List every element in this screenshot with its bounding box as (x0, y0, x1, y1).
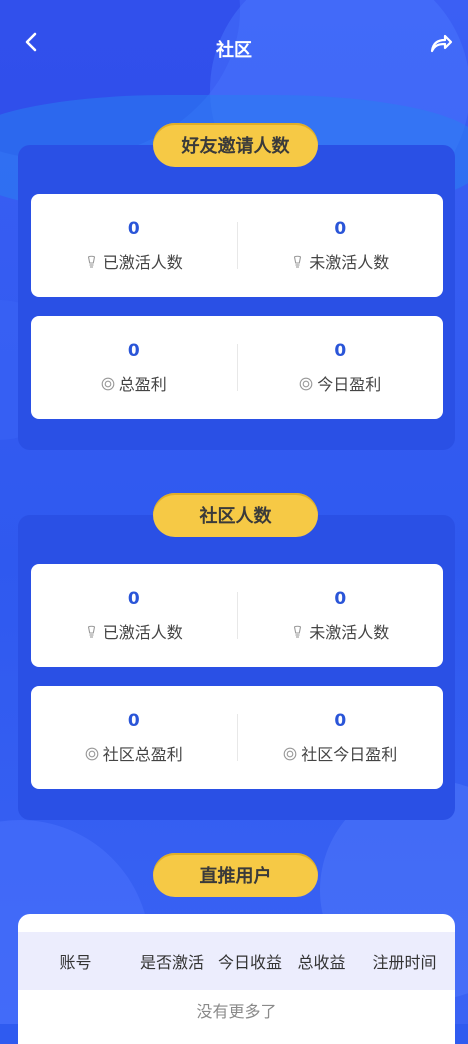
community-not-activated-value: 0 (334, 588, 347, 609)
community-not-activated-label: 未激活人数 (309, 622, 390, 642)
community-activation-card: 0 已激活人数 0 未激活人数 (31, 564, 443, 667)
friend-not-activated-value: 0 (334, 218, 347, 239)
community-activated-value: 0 (127, 588, 140, 609)
community-total-profit-value: 0 (127, 710, 140, 731)
friend-invites-activation-card: 0 已激活人数 0 未激活人数 (31, 194, 443, 297)
community-total-profit-stat: 0 社区总盈利 (31, 686, 237, 789)
community-today-profit-value: 0 (334, 710, 347, 731)
community-total-profit-label: 社区总盈利 (102, 744, 183, 764)
friend-total-profit-value: 0 (127, 340, 140, 361)
target-icon (101, 376, 115, 390)
table-header: 账号 是否激活 今日收益 总收益 注册时间 (18, 932, 455, 990)
direct-users-title: 直推用户 (153, 853, 318, 897)
column-total-earnings: 总收益 (297, 953, 346, 972)
bulb-icon (85, 624, 98, 638)
community-title: 社区人数 (153, 493, 318, 537)
column-activated: 是否激活 (139, 953, 204, 972)
friend-not-activated-label: 未激活人数 (309, 252, 390, 272)
target-icon (299, 376, 313, 390)
target-icon (85, 746, 99, 760)
bulb-icon (291, 624, 304, 638)
community-profit-card: 0 社区总盈利 0 社区今日盈利 (31, 686, 443, 789)
friend-activated-value: 0 (127, 218, 140, 239)
community-activated-label: 已激活人数 (102, 622, 183, 642)
friend-today-profit-label: 今日盈利 (317, 374, 382, 394)
friend-invites-profit-card: 0 总盈利 0 今日盈利 (31, 316, 443, 419)
column-register-time: 注册时间 (372, 953, 437, 972)
column-account: 账号 (59, 953, 92, 972)
target-icon (283, 746, 297, 760)
community-today-profit-stat: 0 社区今日盈利 (238, 686, 444, 789)
friend-today-profit-value: 0 (334, 340, 347, 361)
bulb-icon (85, 254, 98, 268)
friend-total-profit-label: 总盈利 (118, 374, 167, 394)
bulb-icon (291, 254, 304, 268)
friend-activated-stat: 0 已激活人数 (31, 194, 237, 297)
column-today-earnings: 今日收益 (217, 953, 282, 972)
friend-not-activated-stat: 0 未激活人数 (238, 194, 444, 297)
friend-today-profit-stat: 0 今日盈利 (238, 316, 444, 419)
community-activated-stat: 0 已激活人数 (31, 564, 237, 667)
top-nav: 社区 (0, 22, 468, 78)
friend-invites-title: 好友邀请人数 (153, 123, 318, 167)
community-not-activated-stat: 0 未激活人数 (238, 564, 444, 667)
page-title: 社区 (216, 40, 252, 61)
empty-list-message: 没有更多了 (196, 1002, 277, 1021)
friend-activated-label: 已激活人数 (102, 252, 183, 272)
direct-users-table: 账号 是否激活 今日收益 总收益 注册时间 没有更多了 (18, 914, 455, 1044)
community-today-profit-label: 社区今日盈利 (301, 744, 398, 764)
friend-total-profit-stat: 0 总盈利 (31, 316, 237, 419)
share-arrow-icon[interactable] (428, 30, 454, 56)
